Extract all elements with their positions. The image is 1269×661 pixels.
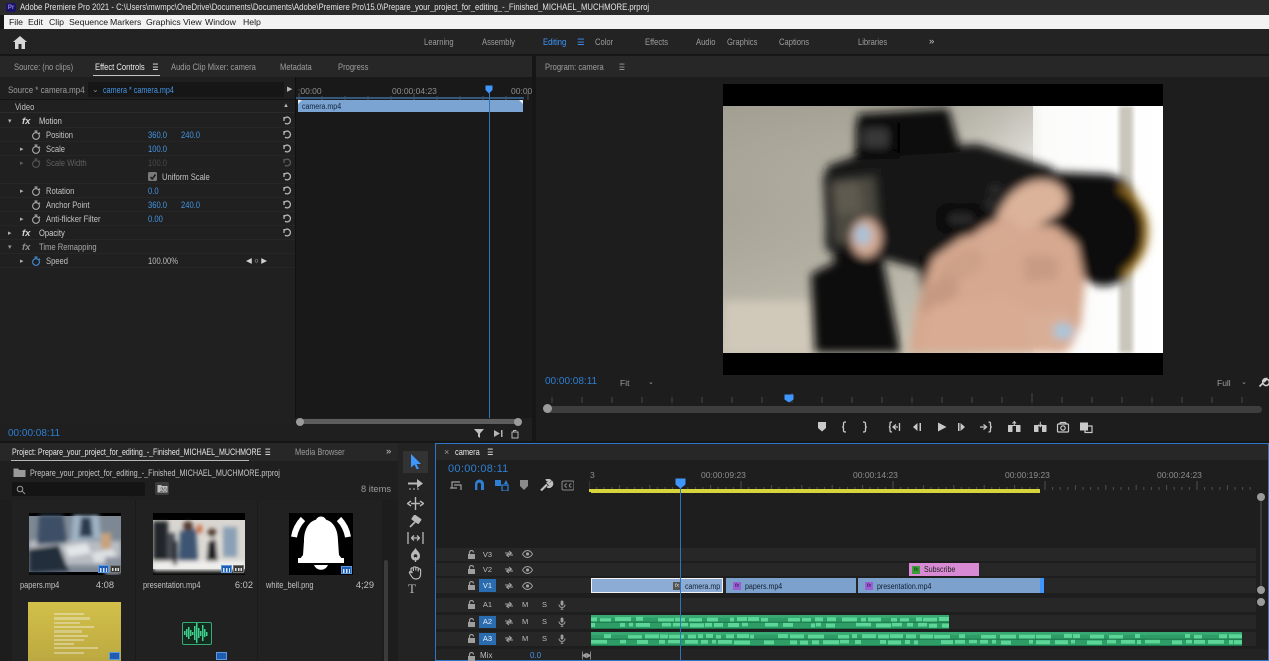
svg-text:20: 20: [160, 488, 167, 493]
